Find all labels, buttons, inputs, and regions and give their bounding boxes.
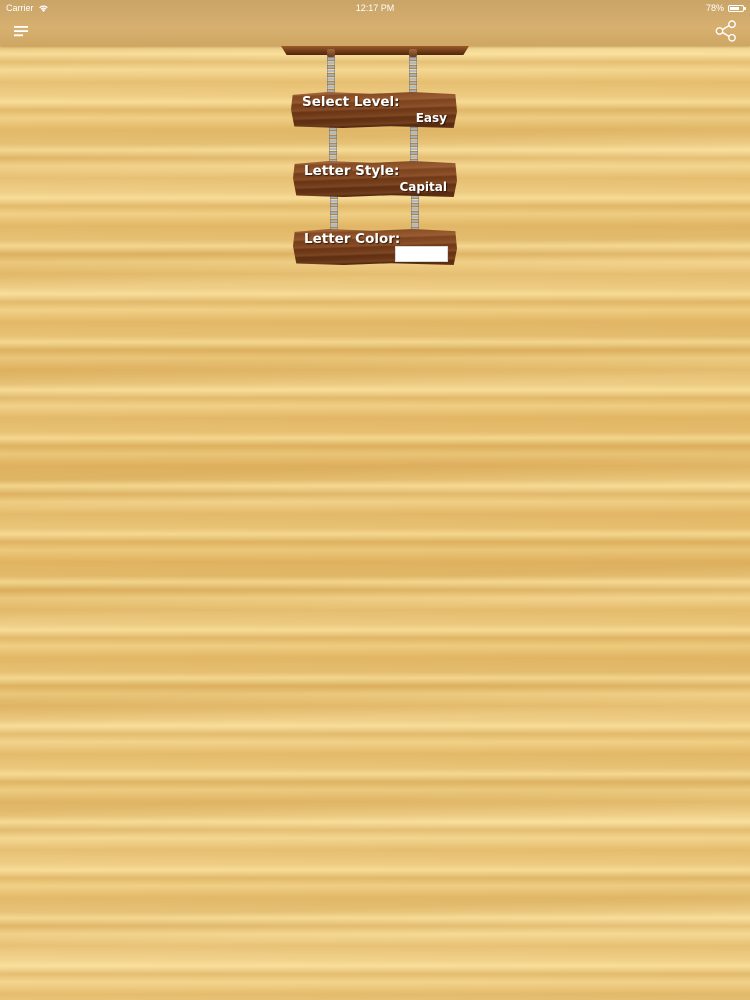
status-bar: Carrier 12:17 PM 78% [0,0,750,16]
chain-left [329,126,337,164]
select-level-sign[interactable]: Select Level: Easy [291,92,457,128]
menu-button[interactable] [12,22,32,40]
battery-icon [728,4,746,12]
chain-left [327,56,335,96]
status-battery-group: 78% [705,3,746,13]
letter-style-sign[interactable]: Letter Style: Capital [293,161,457,197]
status-time: 12:17 PM [355,3,395,13]
battery-fill [730,6,740,10]
letter-color-label: Letter Color: [304,231,401,247]
letter-style-label: Letter Style: [304,163,400,179]
select-level-label: Select Level: [302,94,400,110]
letter-style-value: Capital [399,180,447,194]
settings-sign-assembly: Select Level: Easy Letter Style: Capital… [281,46,471,268]
chain-left [330,194,338,232]
battery-percent: 78% [705,3,724,13]
share-button[interactable] [714,20,738,42]
share-icon [715,20,736,42]
letter-color-swatch[interactable] [395,246,448,262]
chain-right [410,126,418,164]
chain-right [411,194,419,232]
letter-color-sign[interactable]: Letter Color: [293,229,457,265]
chain-right [409,56,417,96]
hanging-beam [281,46,469,55]
hamburger-menu-icon [14,26,28,37]
select-level-value: Easy [415,111,447,125]
